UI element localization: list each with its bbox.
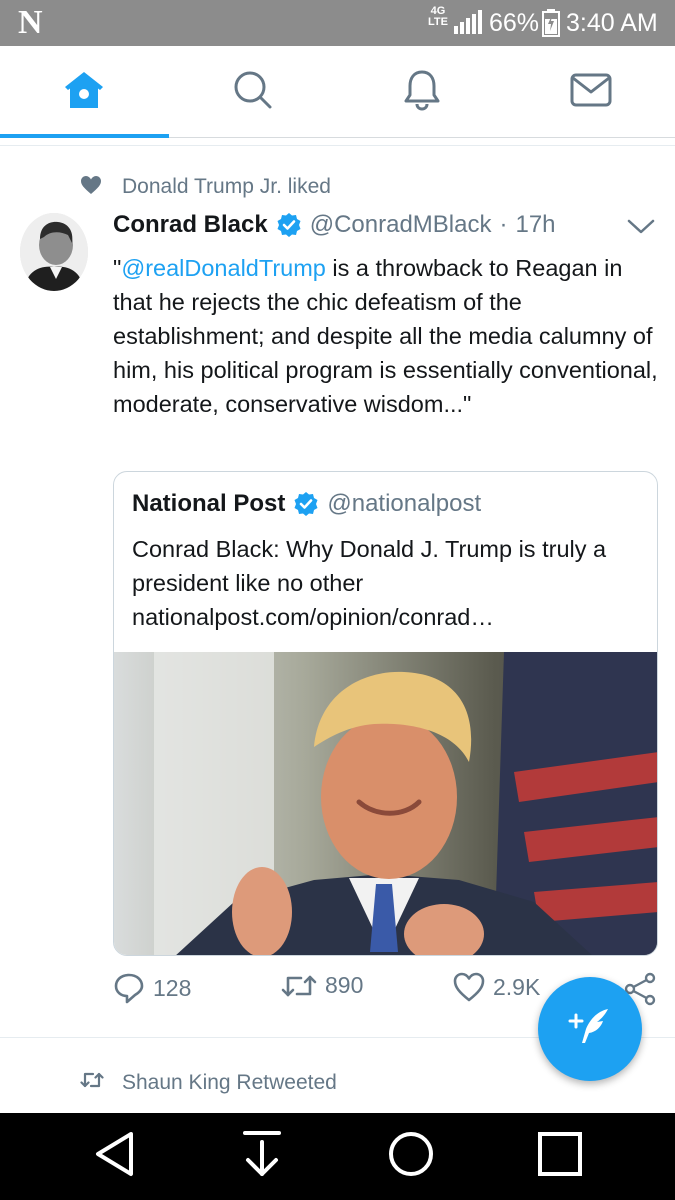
quoted-tweet-header: National Post @nationalpost <box>132 490 481 518</box>
retweet-small-icon <box>80 1071 104 1095</box>
tweet-header: Conrad Black @ConradMBlack · 17h <box>113 211 556 239</box>
quoted-tweet-card[interactable]: National Post @nationalpost Conrad Black… <box>113 471 658 956</box>
tweet-social-context[interactable]: Donald Trump Jr. liked <box>80 175 331 199</box>
social-context-text: Donald Trump Jr. liked <box>122 175 331 198</box>
reply-count: 128 <box>153 974 192 1001</box>
reply-icon <box>113 972 145 1004</box>
compose-quill-icon <box>568 1005 612 1054</box>
arrow-down-icon <box>242 1130 282 1183</box>
top-tab-bar <box>0 46 675 138</box>
retweet-icon <box>281 973 317 999</box>
status-bar: N 4G LTE 66% 3:40 AM <box>0 0 675 46</box>
quoted-tweet-text: Conrad Black: Why Donald J. Trump is tru… <box>132 532 642 634</box>
home-icon <box>63 70 105 115</box>
tab-search[interactable] <box>169 46 337 138</box>
header-separator: · <box>499 211 508 238</box>
nav-home-button[interactable] <box>351 1113 471 1200</box>
tab-home[interactable] <box>0 46 168 138</box>
reply-button[interactable]: 128 <box>113 972 191 1004</box>
quoted-link: nationalpost.com/opinion/conrad… <box>132 604 494 630</box>
retweet-button[interactable]: 890 <box>281 972 363 999</box>
quoted-author-name: National Post <box>132 490 286 517</box>
bell-icon <box>402 69 442 116</box>
like-count: 2.9K <box>493 973 541 1000</box>
tab-notifications[interactable] <box>338 46 506 138</box>
nav-notifications-pulldown-button[interactable] <box>202 1113 322 1200</box>
recents-square-icon <box>537 1131 583 1182</box>
back-triangle-icon <box>93 1131 137 1182</box>
tweet-timestamp[interactable]: 17h <box>515 211 555 239</box>
heart-filled-icon <box>80 175 104 199</box>
verified-badge-icon <box>293 491 319 517</box>
quoted-text-line: Conrad Black: Why Donald J. Trump is tru… <box>132 536 607 596</box>
network-bottom: LTE <box>428 16 448 28</box>
mail-icon <box>570 73 612 112</box>
carrier-logo: N <box>18 4 43 41</box>
chevron-down-icon[interactable] <box>627 218 655 241</box>
heart-icon <box>453 972 485 1002</box>
network-type: 4G LTE <box>428 6 448 28</box>
tab-messages[interactable] <box>507 46 675 138</box>
author-handle[interactable]: @ConradMBlack <box>310 211 492 239</box>
home-circle-icon <box>387 1130 435 1183</box>
battery-percent: 66% <box>489 9 540 37</box>
system-nav-bar <box>0 1113 675 1200</box>
next-tweet-social-context[interactable]: Shaun King Retweeted <box>80 1071 337 1095</box>
quoted-author-handle: @nationalpost <box>327 490 482 517</box>
quoted-tweet-photo[interactable] <box>114 652 657 955</box>
mention-link[interactable]: @realDonaldTrump <box>121 255 326 281</box>
verified-badge-icon <box>276 212 302 238</box>
like-button[interactable]: 2.9K <box>453 972 540 1002</box>
feed-top-divider <box>0 138 675 146</box>
avatar[interactable] <box>20 213 88 291</box>
nav-back-button[interactable] <box>55 1113 175 1200</box>
clock: 3:40 AM <box>566 9 658 37</box>
author-name[interactable]: Conrad Black <box>113 211 268 239</box>
battery-icon <box>542 9 560 42</box>
retweet-count: 890 <box>325 972 364 998</box>
signal-icon <box>454 10 482 39</box>
nav-recents-button[interactable] <box>500 1113 620 1200</box>
compose-tweet-button[interactable] <box>538 977 642 1081</box>
search-icon <box>233 70 273 115</box>
next-social-context-text: Shaun King Retweeted <box>122 1071 337 1094</box>
tweet-text: "@realDonaldTrump is a throwback to Reag… <box>113 251 661 421</box>
